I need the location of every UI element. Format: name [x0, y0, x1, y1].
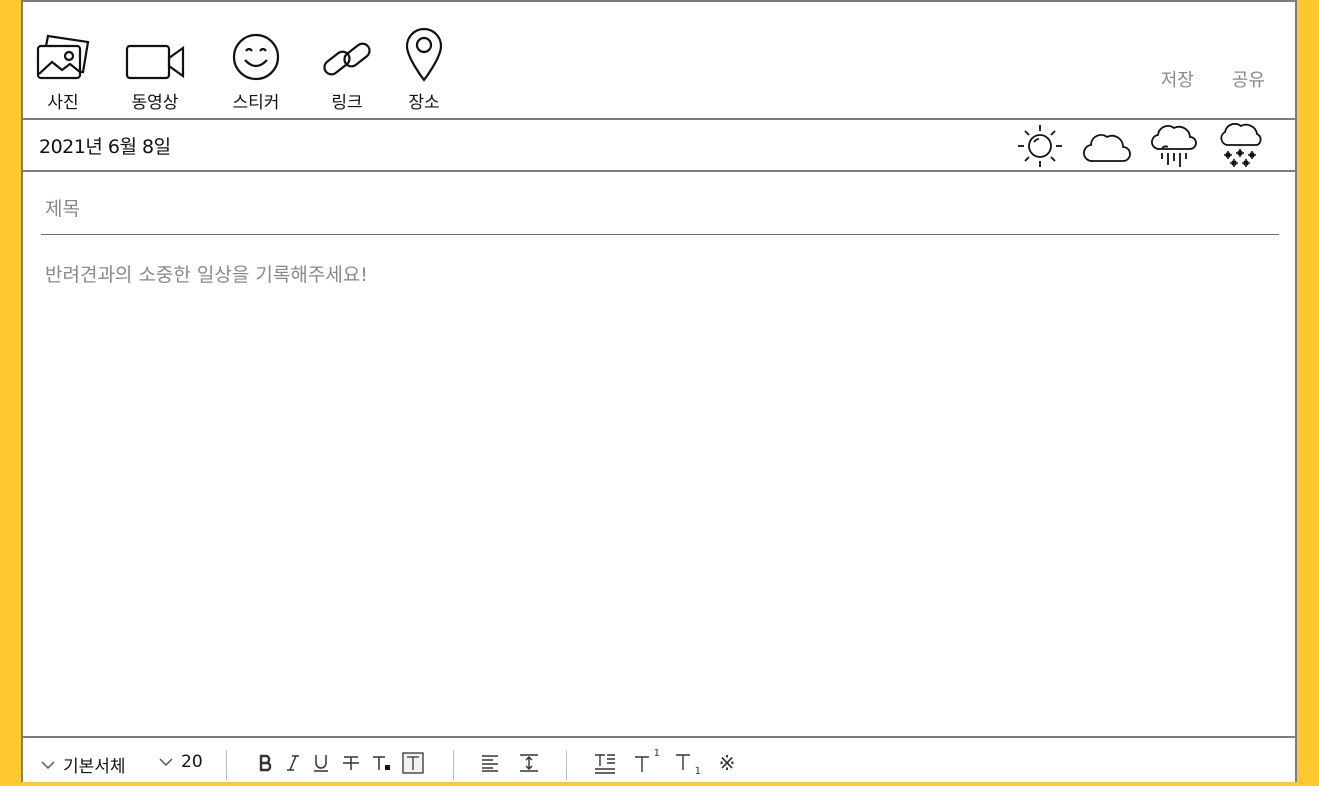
weather-selector: [1016, 123, 1265, 169]
text-color-button[interactable]: [371, 750, 393, 776]
video-icon: [125, 2, 185, 82]
text-style-button[interactable]: [593, 750, 617, 776]
title-field-wrapper: [41, 190, 1287, 235]
video-button[interactable]: 동영상: [125, 2, 185, 113]
strikethrough-button[interactable]: [340, 750, 362, 776]
font-family-select[interactable]: 기본서체: [41, 752, 126, 777]
photo-button[interactable]: 사진: [36, 2, 90, 113]
photo-label: 사진: [47, 93, 79, 113]
video-label: 동영상: [131, 93, 179, 113]
save-button[interactable]: 저장: [1161, 66, 1194, 92]
text-background-button[interactable]: [401, 750, 425, 776]
italic-button[interactable]: [283, 750, 303, 776]
smile-icon: [231, 2, 281, 82]
font-size-select[interactable]: 20: [159, 752, 203, 772]
sticker-label: 스티커: [232, 93, 280, 113]
body-textarea[interactable]: [41, 252, 1287, 738]
title-input[interactable]: [41, 190, 1287, 228]
italic-icon: [287, 755, 299, 771]
line-height-button[interactable]: [517, 750, 541, 776]
location-button[interactable]: 장소: [403, 2, 445, 113]
subscript-mark: 1: [694, 766, 701, 777]
align-button[interactable]: [479, 750, 501, 776]
media-toolbar: 사진 동영상 스티커 링크 장소 저장 공유: [23, 2, 1295, 120]
sun-icon[interactable]: [1016, 123, 1064, 169]
link-label: 링크: [331, 93, 363, 113]
font-size-value: 20: [181, 752, 203, 772]
date-row: 2021년 6월 8일: [23, 120, 1295, 172]
text-format-icon: [595, 754, 615, 774]
chevron-down-icon: [41, 760, 55, 769]
divider: [453, 750, 454, 780]
text-background-icon: [402, 752, 424, 774]
underline-icon: [314, 755, 328, 772]
share-button[interactable]: 공유: [1232, 66, 1265, 92]
divider: [226, 750, 227, 780]
link-icon: [321, 2, 373, 82]
bold-button[interactable]: [256, 750, 276, 776]
rain-icon[interactable]: [1150, 123, 1198, 169]
link-button[interactable]: 링크: [321, 2, 373, 113]
bold-icon: [259, 754, 272, 772]
location-label: 장소: [408, 93, 440, 113]
location-pin-icon: [404, 2, 444, 82]
line-height-icon: [520, 754, 538, 772]
sticker-button[interactable]: 스티커: [228, 2, 284, 113]
chevron-down-icon: [159, 758, 173, 767]
subscript-button[interactable]: 1: [674, 750, 702, 777]
actions: 저장 공유: [1161, 66, 1265, 92]
reference-mark-icon: ※: [718, 751, 736, 775]
special-char-button[interactable]: ※: [715, 750, 739, 776]
strikethrough-icon: [343, 756, 359, 770]
photo-icon: [36, 2, 90, 82]
superscript-mark: 1: [653, 748, 660, 759]
align-left-icon: [482, 755, 498, 772]
cloud-icon[interactable]: [1083, 123, 1131, 169]
underline-button[interactable]: [310, 750, 332, 776]
divider: [566, 750, 567, 780]
font-family-value: 기본서체: [63, 757, 126, 777]
editor-panel: 사진 동영상 스티커 링크 장소 저장 공유 2021년 6월 8일 제목 반려…: [21, 0, 1297, 782]
body-field-wrapper: [41, 252, 1287, 738]
snow-icon[interactable]: [1217, 123, 1265, 169]
format-toolbar: 기본서체 20 1 1 ※: [23, 736, 1295, 786]
superscript-button[interactable]: 1: [633, 748, 661, 776]
date-label[interactable]: 2021년 6월 8일: [39, 132, 171, 159]
text-color-icon: [373, 756, 390, 770]
